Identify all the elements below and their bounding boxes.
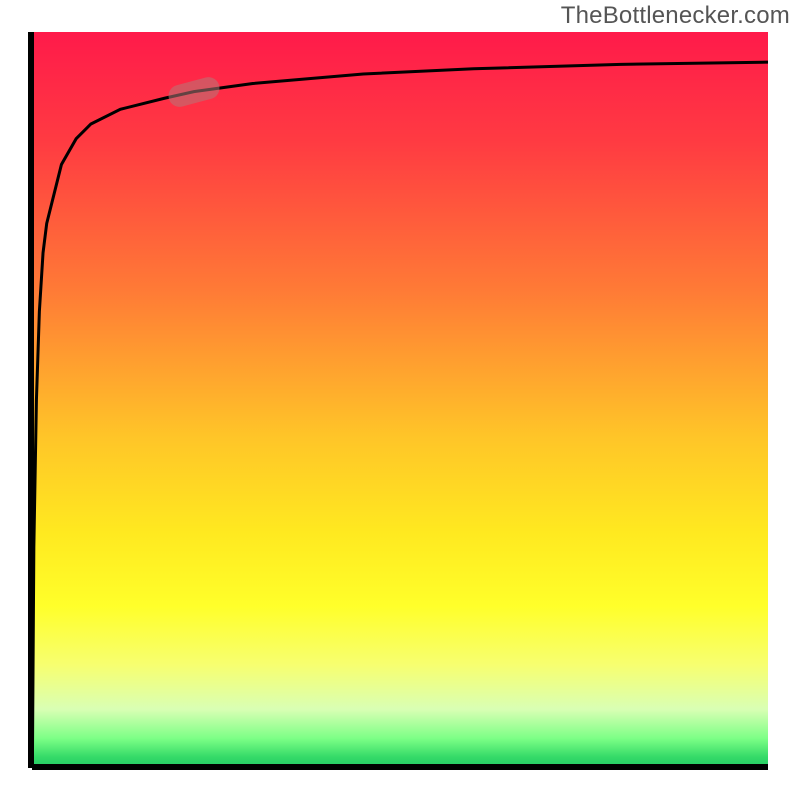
chart-plot-area xyxy=(32,32,768,768)
y-axis xyxy=(28,32,34,768)
x-axis xyxy=(32,764,768,770)
attribution-text: TheBottlenecker.com xyxy=(561,2,790,30)
